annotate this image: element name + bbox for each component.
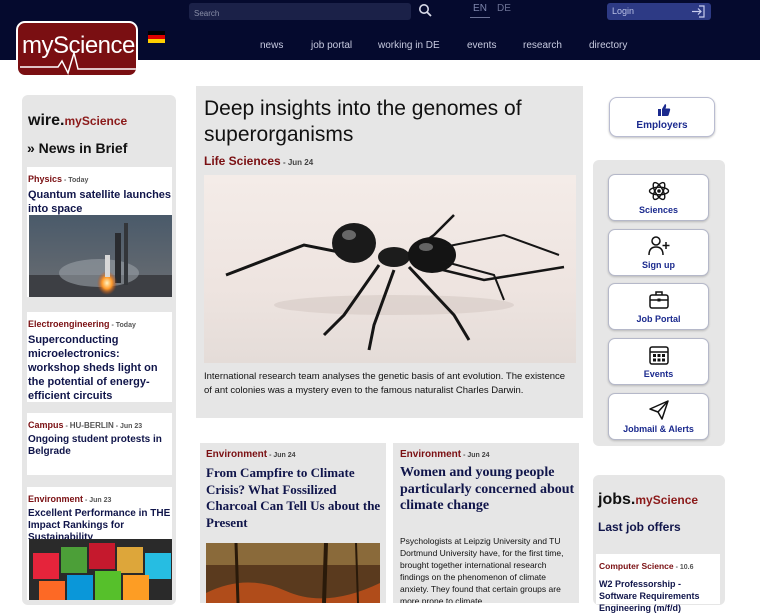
sustainability-goals-image [29, 539, 172, 600]
jobmail-alerts-button[interactable]: Jobmail & Alerts [608, 393, 709, 440]
feature-category-line: Life Sciences - Jun 24 [204, 154, 314, 168]
wire-brand-my: myScience [64, 114, 128, 128]
nav-research[interactable]: research [523, 40, 562, 51]
news-category: Electroengineering [28, 319, 110, 329]
feature-summary: International research team analyses the… [204, 371, 566, 396]
rocket-launch-image [29, 215, 172, 297]
calendar-icon [649, 346, 669, 365]
news-title: Ongoing student protests in Belgrade [28, 434, 162, 457]
sign-up-button[interactable]: Sign up [608, 229, 709, 276]
events-button[interactable]: Events [608, 338, 709, 385]
nav-job-portal[interactable]: job portal [311, 40, 352, 51]
forest-fire-image [206, 543, 380, 603]
news-date: Today [115, 322, 136, 329]
german-flag-icon[interactable] [148, 31, 165, 43]
feature-category[interactable]: Life Sciences [204, 154, 281, 168]
logo-text: myScience [22, 32, 135, 59]
myscience-logo[interactable]: myScience [16, 21, 138, 77]
article-category: Environment [206, 449, 268, 460]
feature-title[interactable]: Deep insights into the genomes of supero… [204, 96, 574, 148]
news-card[interactable]: Campus - HU-BERLIN - Jun 23 Ongoing stud… [27, 413, 172, 475]
job-date: 10.6 [679, 564, 694, 571]
job-offer-card[interactable]: Computer Science - 10.6 W2 Professorship… [596, 554, 720, 613]
paper-plane-icon [649, 400, 669, 420]
news-card[interactable]: Electroengineering - Today Superconducti… [27, 312, 172, 402]
nav-directory[interactable]: directory [589, 40, 627, 51]
jobs-brand-heading[interactable]: jobs.myScience [598, 491, 698, 509]
employers-label: Employers [636, 120, 688, 131]
sciences-label: Sciences [638, 205, 679, 215]
nav-working-in-de[interactable]: working in DE [378, 40, 440, 51]
wire-brand-heading[interactable]: wire.myScience [28, 112, 127, 130]
job-portal-label: Job Portal [636, 314, 681, 324]
login-label: Login [612, 6, 635, 16]
job-title: W2 Professorship - Software Requirements… [599, 579, 700, 613]
news-date: Jun 23 [89, 497, 112, 504]
news-category: Environment [28, 494, 84, 504]
news-date: Jun 23 [119, 423, 143, 430]
job-category: Computer Science [599, 561, 674, 571]
article-card[interactable]: Environment - Jun 24 Women and young peo… [393, 443, 579, 603]
news-card[interactable]: Environment - Jun 23 Excellent Performan… [27, 487, 172, 600]
article-category-line: Environment - Jun 24 [206, 449, 296, 460]
article-title: From Campfire to Climate Crisis? What Fo… [206, 465, 381, 530]
jobs-brand-my: myScience [635, 493, 699, 507]
nav-events[interactable]: events [467, 40, 496, 51]
login-arrow-icon [692, 5, 705, 18]
search-icon[interactable] [418, 3, 432, 17]
article-date: Jun 24 [273, 452, 296, 459]
news-in-brief-heading: » News in Brief [27, 140, 128, 156]
news-category: Physics [28, 174, 63, 184]
news-date: Today [68, 177, 89, 184]
news-card[interactable]: Physics - Today Quantum satellite launch… [27, 167, 172, 297]
events-label: Events [643, 369, 674, 379]
job-portal-button[interactable]: Job Portal [608, 283, 709, 330]
sign-up-label: Sign up [642, 260, 675, 270]
article-title: Women and young people particularly conc… [400, 465, 575, 513]
search-box[interactable] [189, 3, 411, 22]
language-en[interactable]: EN [470, 3, 490, 18]
thumbs-up-icon [658, 104, 671, 116]
feature-date: Jun 24 [287, 158, 314, 167]
language-de[interactable]: DE [497, 3, 511, 14]
nav-news[interactable]: news [260, 40, 283, 51]
news-title: Superconducting microelectronics: worksh… [28, 334, 158, 402]
employers-button[interactable]: Employers [609, 97, 715, 137]
article-category: Environment [400, 449, 462, 460]
article-date: Jun 24 [467, 452, 490, 459]
search-input[interactable] [189, 5, 411, 22]
briefcase-icon [649, 291, 669, 309]
jobmail-alerts-label: Jobmail & Alerts [623, 424, 694, 434]
article-card[interactable]: Environment - Jun 24 From Campfire to Cl… [200, 443, 386, 603]
news-category: Campus [28, 420, 64, 430]
news-title: Quantum satellite launches into space [28, 189, 172, 215]
add-user-icon [648, 236, 670, 256]
atom-icon [648, 181, 670, 201]
last-job-offers-heading: Last job offers [598, 520, 681, 534]
ant-image[interactable] [204, 175, 576, 363]
article-category-line: Environment - Jun 24 [400, 449, 490, 460]
jobs-brand: jobs. [598, 491, 636, 508]
sciences-button[interactable]: Sciences [608, 174, 709, 221]
article-summary: Psychologists at Leipzig University and … [400, 536, 564, 603]
wire-brand: wire. [28, 112, 65, 129]
news-institution: HU-BERLIN [69, 421, 114, 430]
login-button[interactable]: Login [607, 3, 711, 20]
